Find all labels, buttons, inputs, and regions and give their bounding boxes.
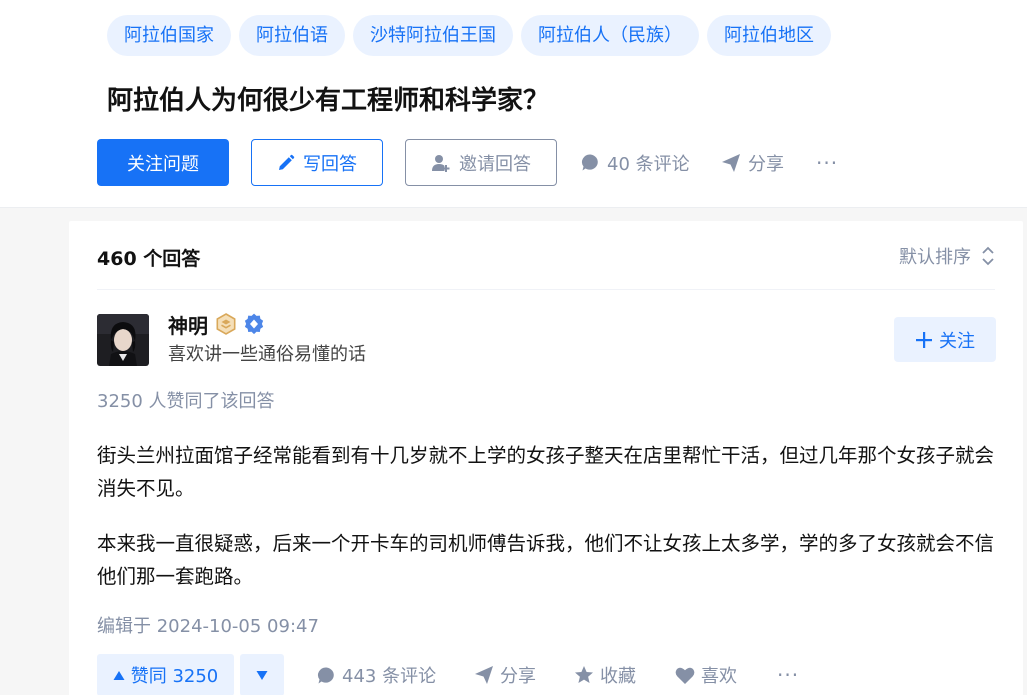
- share-icon: [474, 665, 494, 685]
- heart-icon: [675, 666, 695, 685]
- author-bio: 喜欢讲一些通俗易懂的话: [168, 344, 366, 365]
- follow-author-label: 关注: [939, 330, 975, 352]
- plus-icon: [915, 331, 933, 349]
- answer-collect-label: 收藏: [600, 666, 636, 687]
- star-icon: [574, 665, 594, 685]
- topic-tag[interactable]: 阿拉伯地区: [707, 15, 831, 56]
- question-more-button[interactable]: ···: [816, 139, 838, 186]
- pencil-icon: [277, 154, 295, 172]
- topic-tag[interactable]: 阿拉伯人（民族）: [521, 15, 699, 56]
- sort-label: 默认排序: [899, 247, 971, 268]
- answer-like-label: 喜欢: [701, 666, 737, 687]
- answer-like-link[interactable]: 喜欢: [675, 654, 737, 695]
- triangle-up-icon: [113, 670, 125, 681]
- answer-list-card: 460 个回答 默认排序 神明 喜欢讲一些通俗易懂的话 关注 3250 人赞同了…: [69, 221, 1023, 695]
- answer-paragraph: 街头兰州拉面馆子经常能看到有十几岁就不上学的女孩子整天在店里帮忙干活，但过几年那…: [97, 444, 995, 500]
- follow-question-button[interactable]: 关注问题: [97, 139, 229, 186]
- question-comments-label: 40 条评论: [607, 153, 690, 175]
- invite-answer-button[interactable]: 邀请回答: [405, 139, 557, 186]
- more-icon: ···: [816, 150, 839, 175]
- sort-icon: [981, 246, 995, 266]
- share-icon: [721, 153, 741, 173]
- avatar[interactable]: [97, 314, 149, 366]
- answer-comments-link[interactable]: 443 条评论: [317, 654, 436, 695]
- author-badges: [215, 313, 265, 335]
- write-answer-button[interactable]: 写回答: [251, 139, 383, 186]
- answer-comments-label: 443 条评论: [342, 666, 437, 687]
- badge-verified-icon: [243, 313, 265, 335]
- question-actions: 关注问题 写回答 邀请回答 40 条评论 分享 ···: [97, 139, 997, 186]
- question-title[interactable]: 阿拉伯人为何很少有工程师和科学家？: [107, 80, 549, 117]
- question-header: 阿拉伯国家 阿拉伯语 沙特阿拉伯王国 阿拉伯人（民族） 阿拉伯地区 阿拉伯人为何…: [0, 0, 1027, 208]
- author-name[interactable]: 神明: [168, 310, 208, 339]
- question-share-link[interactable]: 分享: [721, 139, 784, 186]
- vote-up-button[interactable]: 赞同 3250: [97, 654, 234, 695]
- comment-icon: [581, 153, 600, 172]
- topic-list: 阿拉伯国家 阿拉伯语 沙特阿拉伯王国 阿拉伯人（民族） 阿拉伯地区: [107, 15, 831, 56]
- answer-collect-link[interactable]: 收藏: [574, 654, 636, 695]
- badge-gold-icon: [215, 313, 237, 335]
- answer-paragraph: 本来我一直很疑惑，后来一个开卡车的司机师傅告诉我，他们不让女孩上太多学，学的多了…: [97, 532, 995, 588]
- more-icon: ···: [777, 663, 800, 687]
- vote-up-label: 赞同 3250: [130, 666, 219, 687]
- topic-tag[interactable]: 沙特阿拉伯王国: [353, 15, 513, 56]
- vote-down-button[interactable]: [240, 654, 284, 695]
- edit-time[interactable]: 编辑于 2024-10-05 09:47: [97, 612, 319, 638]
- invite-answer-label: 邀请回答: [459, 153, 531, 175]
- answer-action-bar: 赞同 3250 443 条评论 分享 收藏 喜欢 ···: [97, 654, 995, 695]
- answer-count: 460 个回答: [97, 248, 201, 270]
- answer-list-header: 460 个回答 默认排序: [97, 221, 995, 290]
- sort-dropdown[interactable]: 默认排序: [899, 243, 995, 269]
- topic-tag[interactable]: 阿拉伯国家: [107, 15, 231, 56]
- answer-share-label: 分享: [500, 666, 536, 687]
- topic-tag[interactable]: 阿拉伯语: [239, 15, 345, 56]
- question-share-label: 分享: [748, 153, 784, 175]
- follow-author-button[interactable]: 关注: [894, 317, 996, 362]
- question-comments-link[interactable]: 40 条评论: [581, 139, 690, 186]
- answer-more-button[interactable]: ···: [777, 654, 799, 695]
- triangle-down-icon: [256, 670, 268, 681]
- answer-share-link[interactable]: 分享: [474, 654, 536, 695]
- write-answer-label: 写回答: [303, 153, 357, 175]
- answer-content: 街头兰州拉面馆子经常能看到有十几岁就不上学的女孩子整天在店里帮忙干活，但过几年那…: [97, 439, 995, 615]
- add-user-icon: [431, 153, 451, 173]
- comment-icon: [317, 666, 336, 685]
- voters-count: 3250 人赞同了该回答: [97, 391, 275, 412]
- follow-question-label: 关注问题: [127, 153, 199, 175]
